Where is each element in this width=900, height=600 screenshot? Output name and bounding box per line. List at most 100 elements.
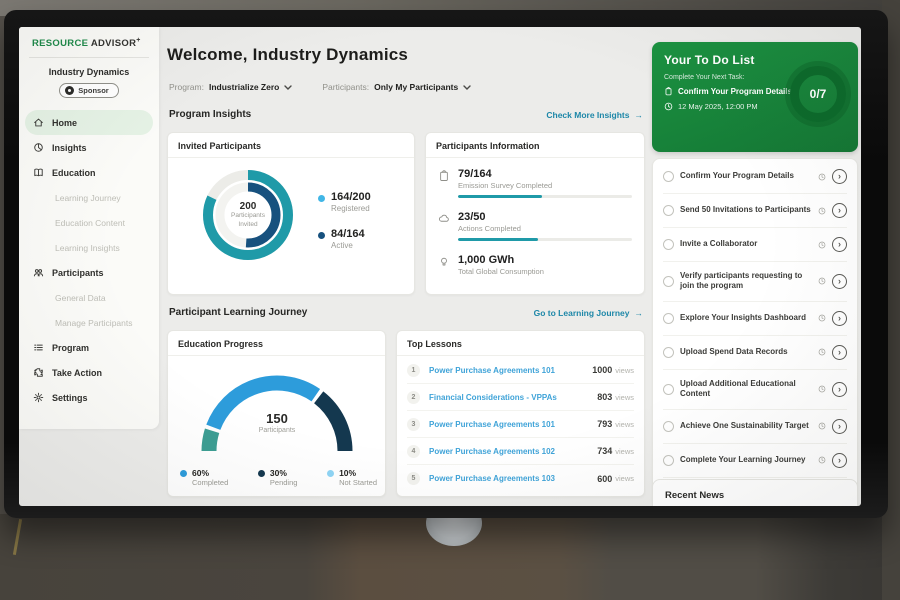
filters-row: Program: Industrialize Zero Participants… <box>169 82 471 92</box>
check-more-insights-link[interactable]: Check More Insights <box>546 110 643 120</box>
legend-completed: 60% Completed <box>180 468 228 487</box>
todo-checkbox[interactable] <box>663 384 674 395</box>
todo-go-button[interactable] <box>832 203 847 218</box>
todo-checkbox[interactable] <box>663 205 674 216</box>
todo-go-button[interactable] <box>832 311 847 326</box>
sidebar-item-education-content[interactable]: Education Content <box>19 210 159 235</box>
todo-item[interactable]: Complete Your Learning Journey <box>663 443 847 477</box>
todo-item-label: Send 50 Invitations to Participants <box>680 205 812 215</box>
legend-label: Active <box>331 241 365 250</box>
todo-checkbox[interactable] <box>663 313 674 324</box>
app-logo: RESOURCE ADVISOR+ <box>19 27 159 49</box>
lesson-row: 1 Power Purchase Agreements 101 1000 vie… <box>407 357 634 384</box>
sidebar-item-program[interactable]: Program <box>19 335 159 360</box>
lesson-link[interactable]: Power Purchase Agreements 102 <box>429 447 597 456</box>
clipboard-icon <box>438 170 450 182</box>
lesson-rank: 1 <box>407 364 420 377</box>
todo-item-label: Complete Your Learning Journey <box>680 455 812 465</box>
todo-item[interactable]: Upload Additional Educational Content <box>663 369 847 409</box>
lesson-row: 4 Power Purchase Agreements 102 734 view… <box>407 438 634 465</box>
sidebar-item-general-data[interactable]: General Data <box>19 285 159 310</box>
participants-dropdown[interactable]: Participants: Only My Participants <box>322 82 471 92</box>
lesson-views-label: views <box>615 447 634 456</box>
todo-hero-card: Your To Do List Complete Your Next Task:… <box>652 42 858 152</box>
stat-global-consumption: 1,000 GWh Total Global Consumption <box>438 254 632 276</box>
progress-bar <box>458 238 632 241</box>
invited-donut-chart: 200 Participants Invited <box>196 163 300 267</box>
lesson-link[interactable]: Financial Considerations - VPPAs <box>429 393 597 402</box>
sidebar-item-education[interactable]: Education <box>19 160 159 185</box>
todo-checkbox[interactable] <box>663 171 674 182</box>
gauge-center-label: Participants <box>182 427 372 434</box>
todo-go-button[interactable] <box>832 237 847 252</box>
todo-go-button[interactable] <box>832 345 847 360</box>
card-title: Invited Participants <box>168 133 414 158</box>
legend-dot <box>318 232 325 239</box>
sidebar: RESOURCE ADVISOR+ Industry Dynamics Spon… <box>19 27 159 429</box>
clock-icon <box>818 456 826 464</box>
todo-item-label: Upload Spend Data Records <box>680 347 812 357</box>
sponsor-icon <box>65 86 74 95</box>
sidebar-item-label: Home <box>52 118 77 128</box>
todo-go-button[interactable] <box>832 382 847 397</box>
chevron-down-icon <box>284 85 292 90</box>
stat-label: Actions Completed <box>458 224 632 233</box>
todo-checkbox[interactable] <box>663 347 674 358</box>
todo-progress-value: 0/7 <box>810 87 827 101</box>
sponsor-badge: Sponsor <box>59 83 118 98</box>
sidebar-item-settings[interactable]: Settings <box>19 385 159 410</box>
sidebar-item-insights[interactable]: Insights <box>19 135 159 160</box>
todo-item[interactable]: Achieve One Sustainability Target <box>663 409 847 443</box>
logo-secondary: ADVISOR <box>91 38 136 49</box>
lightbulb-icon <box>438 256 450 268</box>
legend-value: 164/200 <box>331 191 371 203</box>
lesson-link[interactable]: Power Purchase Agreements 101 <box>429 366 592 375</box>
sidebar-item-participants[interactable]: Participants <box>19 260 159 285</box>
todo-checkbox[interactable] <box>663 239 674 250</box>
sidebar-item-learning-insights[interactable]: Learning Insights <box>19 235 159 260</box>
todo-go-button[interactable] <box>832 453 847 468</box>
todo-item-label: Invite a Collaborator <box>680 239 812 249</box>
lesson-views-label: views <box>615 420 634 429</box>
sidebar-item-home[interactable]: Home <box>25 110 153 135</box>
legend-active: 84/164 Active <box>318 228 371 250</box>
recent-news-title: Recent News <box>653 480 857 506</box>
todo-item[interactable]: Send 50 Invitations to Participants <box>663 193 847 227</box>
legend-dot <box>258 470 265 477</box>
todo-item[interactable]: Upload Spend Data Records <box>663 335 847 369</box>
todo-go-button[interactable] <box>832 274 847 289</box>
sidebar-item-take-action[interactable]: Take Action <box>19 360 159 385</box>
insights-icon <box>33 142 44 153</box>
chevron-down-icon <box>463 85 471 90</box>
legend-label: Registered <box>331 204 371 213</box>
legend-registered: 164/200 Registered <box>318 191 371 213</box>
top-lessons-card: Top Lessons 1 Power Purchase Agreements … <box>396 330 645 497</box>
program-dropdown[interactable]: Program: Industrialize Zero <box>169 82 292 92</box>
participants-value: Only My Participants <box>374 82 458 92</box>
legend-dot <box>327 470 334 477</box>
go-to-learning-journey-link[interactable]: Go to Learning Journey <box>534 308 643 318</box>
lesson-views-label: views <box>615 474 634 483</box>
legend-label: Completed <box>192 478 228 487</box>
todo-checkbox[interactable] <box>663 276 674 287</box>
legend-not-started: 10% Not Started <box>327 468 377 487</box>
todo-go-button[interactable] <box>832 169 847 184</box>
recent-news-card: Recent News <box>652 479 858 506</box>
todo-checkbox[interactable] <box>663 455 674 466</box>
lesson-link[interactable]: Power Purchase Agreements 103 <box>429 474 597 483</box>
lesson-views-label: views <box>615 393 634 402</box>
todo-item[interactable]: Invite a Collaborator <box>663 227 847 261</box>
todo-item[interactable]: Confirm Your Program Details <box>663 160 847 193</box>
todo-item-label: Explore Your Insights Dashboard <box>680 313 812 323</box>
take-action-icon <box>33 367 44 378</box>
todo-item[interactable]: Verify participants requesting to join t… <box>663 261 847 301</box>
todo-item[interactable]: Explore Your Insights Dashboard <box>663 301 847 335</box>
todo-go-button[interactable] <box>832 419 847 434</box>
sidebar-item-manage-participants[interactable]: Manage Participants <box>19 310 159 335</box>
legend-value: 60% <box>192 468 228 478</box>
lesson-link[interactable]: Power Purchase Agreements 101 <box>429 420 597 429</box>
sidebar-item-learning-journey[interactable]: Learning Journey <box>19 185 159 210</box>
todo-checkbox[interactable] <box>663 421 674 432</box>
sidebar-item-label: Education Content <box>55 218 125 228</box>
lesson-rank: 3 <box>407 418 420 431</box>
